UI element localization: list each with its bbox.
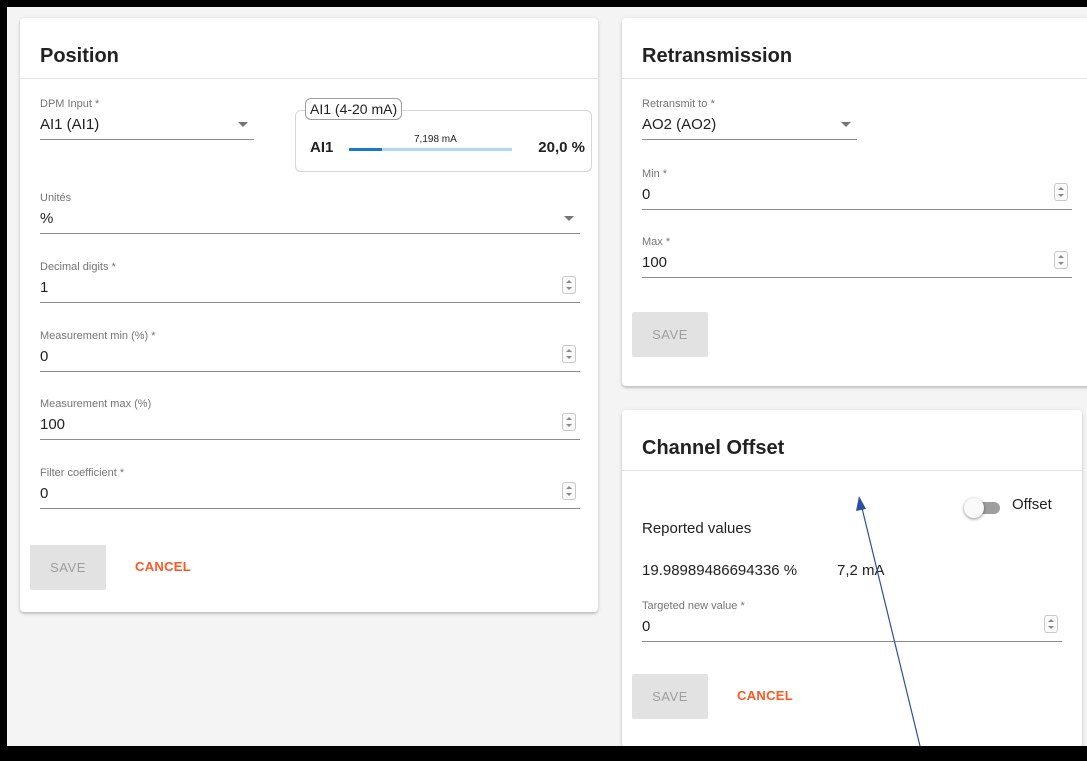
chevron-down-icon xyxy=(238,122,248,127)
analog-input-panel: AI1 (4-20 mA) AI1 7,198 mA 20,0 % xyxy=(295,98,592,172)
number-spinner-icon[interactable] xyxy=(562,345,576,363)
dpm-input-value: AI1 (AI1) xyxy=(40,116,100,133)
number-spinner-icon[interactable] xyxy=(1044,615,1058,633)
retransmission-max-label: Max * xyxy=(642,236,671,248)
measurement-max-label: Measurement max (%) xyxy=(40,398,152,410)
position-card-header: Position xyxy=(20,18,598,79)
number-spinner-icon[interactable] xyxy=(562,276,576,294)
analog-input-level-bar xyxy=(349,148,512,151)
units-select[interactable]: Unités % xyxy=(40,192,580,236)
field-underline xyxy=(40,139,254,140)
field-underline xyxy=(642,139,857,140)
decimal-digits-value: 1 xyxy=(40,279,49,296)
number-spinner-icon[interactable] xyxy=(562,482,576,500)
retransmit-to-select[interactable]: Retransmit to * AO2 (AO2) xyxy=(642,98,857,142)
analog-input-percent: 20,0 % xyxy=(538,139,585,156)
retransmission-max-value: 100 xyxy=(642,254,668,271)
reported-values-label: Reported values xyxy=(642,520,752,537)
retransmission-min-field[interactable]: Min * 0 xyxy=(642,168,1072,212)
field-underline xyxy=(40,233,580,234)
channel-offset-save-button[interactable]: SAVE xyxy=(632,674,708,719)
filter-coefficient-value: 0 xyxy=(40,485,49,502)
filter-coefficient-field[interactable]: Filter coefficient * 0 xyxy=(40,467,580,511)
chevron-down-icon xyxy=(564,216,574,221)
chevron-down-icon xyxy=(841,122,851,127)
offset-toggle-label: Offset xyxy=(1012,496,1052,513)
field-underline xyxy=(642,277,1072,278)
filter-coefficient-label: Filter coefficient * xyxy=(40,467,125,479)
channel-offset-cancel-button[interactable]: CANCEL xyxy=(737,688,793,703)
retransmission-save-button[interactable]: SAVE xyxy=(632,312,708,357)
dpm-input-label: DPM Input * xyxy=(40,98,100,110)
field-underline xyxy=(40,371,580,372)
analog-input-legend: AI1 (4-20 mA) xyxy=(305,98,403,120)
retransmission-max-field[interactable]: Max * 100 xyxy=(642,236,1072,280)
analog-input-current: 7,198 mA xyxy=(414,134,457,145)
offset-toggle-thumb xyxy=(964,498,984,518)
offset-toggle[interactable] xyxy=(964,498,1004,518)
retransmission-card-header: Retransmission xyxy=(622,18,1087,79)
targeted-new-value-value: 0 xyxy=(642,618,651,635)
number-spinner-icon[interactable] xyxy=(1054,251,1068,269)
field-underline xyxy=(642,209,1072,210)
reported-current-value: 7,2 mA xyxy=(837,562,885,579)
channel-offset-card-header: Channel Offset xyxy=(622,410,1082,471)
reported-percent-value: 19.98989486694336 % xyxy=(642,562,798,579)
position-card-title: Position xyxy=(40,45,119,67)
measurement-max-field[interactable]: Measurement max (%) 100 xyxy=(40,398,580,442)
position-save-button[interactable]: SAVE xyxy=(30,545,106,590)
retransmit-to-value: AO2 (AO2) xyxy=(642,116,717,133)
decimal-digits-field[interactable]: Decimal digits * 1 xyxy=(40,261,580,305)
units-value: % xyxy=(40,210,54,227)
targeted-new-value-field[interactable]: Targeted new value * 0 xyxy=(642,600,1062,644)
analog-input-level-fill xyxy=(349,148,382,151)
analog-input-name: AI1 xyxy=(310,139,334,156)
position-card: Position DPM Input * AI1 (AI1) AI1 (4-20… xyxy=(20,18,598,612)
measurement-min-label: Measurement min (%) * xyxy=(40,330,156,342)
measurement-max-value: 100 xyxy=(40,416,66,433)
number-spinner-icon[interactable] xyxy=(1054,183,1068,201)
retransmit-to-label: Retransmit to * xyxy=(642,98,715,110)
channel-offset-card: Channel Offset Reported values 19.989894… xyxy=(622,410,1082,746)
field-underline xyxy=(40,439,580,440)
dpm-input-select[interactable]: DPM Input * AI1 (AI1) xyxy=(40,98,254,142)
field-underline xyxy=(40,508,580,509)
retransmission-min-value: 0 xyxy=(642,186,651,203)
field-underline xyxy=(40,302,580,303)
field-underline xyxy=(642,641,1062,642)
retransmission-card: Retransmission Retransmit to * AO2 (AO2)… xyxy=(622,18,1087,386)
number-spinner-icon[interactable] xyxy=(562,413,576,431)
targeted-new-value-label: Targeted new value * xyxy=(642,600,745,612)
position-cancel-button[interactable]: CANCEL xyxy=(135,559,191,574)
viewport: Position DPM Input * AI1 (AI1) AI1 (4-20… xyxy=(7,7,1087,746)
decimal-digits-label: Decimal digits * xyxy=(40,261,116,273)
retransmission-min-label: Min * xyxy=(642,168,668,180)
measurement-min-value: 0 xyxy=(40,348,49,365)
channel-offset-card-title: Channel Offset xyxy=(642,437,785,459)
units-label: Unités xyxy=(40,192,72,204)
retransmission-card-title: Retransmission xyxy=(642,45,793,67)
measurement-min-field[interactable]: Measurement min (%) * 0 xyxy=(40,330,580,374)
